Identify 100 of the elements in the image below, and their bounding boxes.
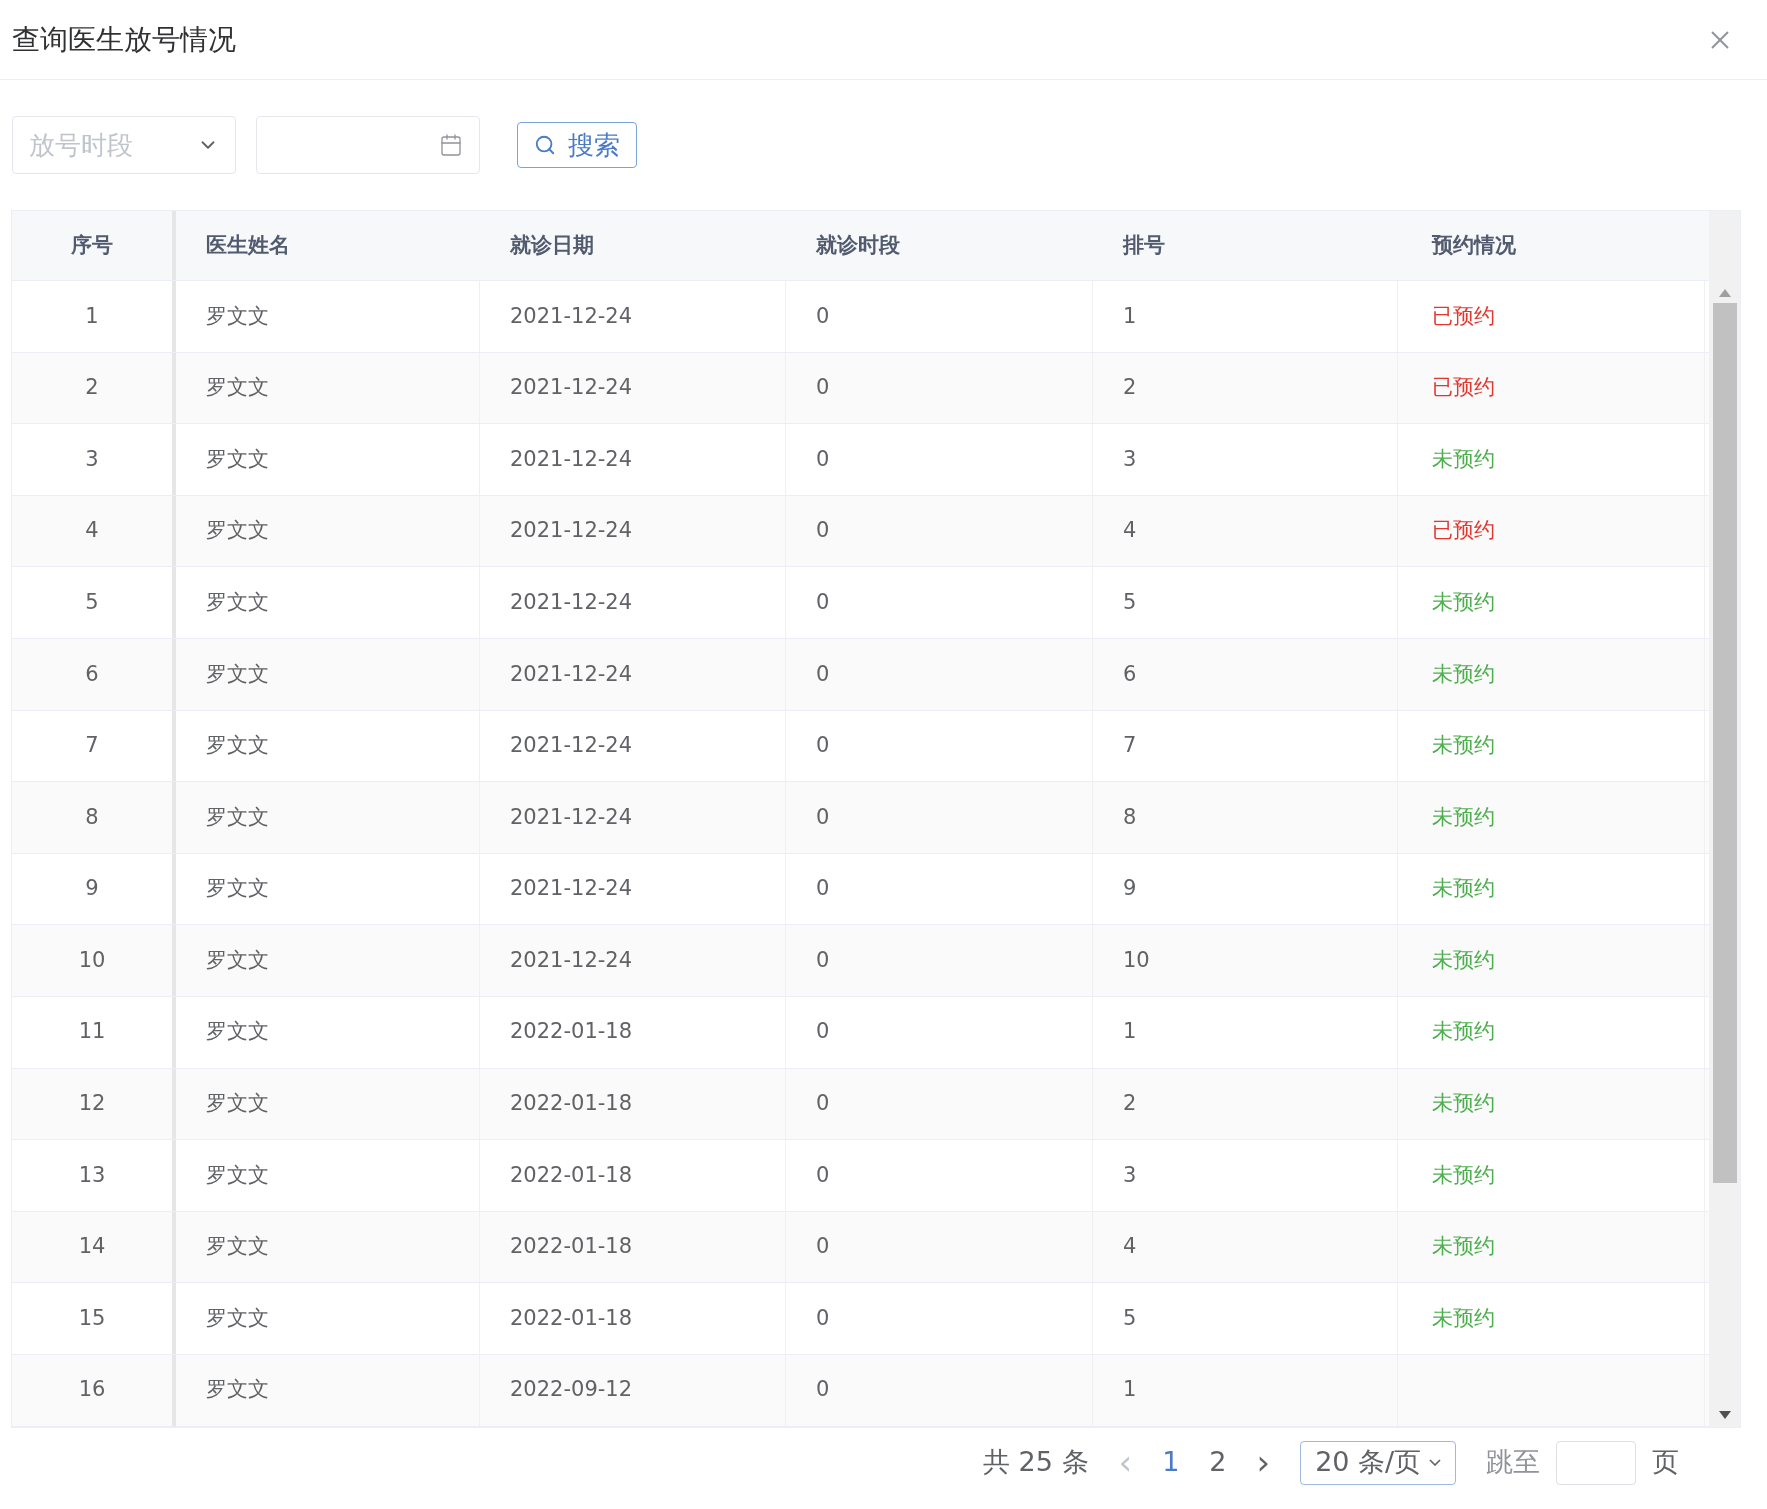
search-icon bbox=[534, 134, 556, 156]
chevron-down-icon bbox=[1429, 1459, 1442, 1466]
status-text: 未预约 bbox=[1432, 1233, 1495, 1261]
table-cell-text: 8 bbox=[85, 803, 99, 831]
column-header: 就诊时段 bbox=[816, 231, 900, 259]
scrollbar[interactable] bbox=[1709, 211, 1740, 1427]
table-cell-text: 8 bbox=[1123, 803, 1137, 831]
table-cell-text: 罗文文 bbox=[206, 660, 269, 688]
table-cell-text: 0 bbox=[816, 1090, 830, 1118]
column-header: 预约情况 bbox=[1432, 231, 1516, 259]
table-cell-text: 0 bbox=[816, 1233, 830, 1261]
search-button[interactable]: 搜索 bbox=[517, 122, 637, 168]
table-cell-text: 15 bbox=[78, 1304, 106, 1332]
table-cell-text: 2021-12-24 bbox=[510, 445, 633, 473]
table-cell-text: 4 bbox=[1123, 1233, 1137, 1261]
total-count: 共 25 条 bbox=[983, 1445, 1089, 1480]
page-number[interactable]: 1 bbox=[1162, 1442, 1180, 1483]
table-cell-text: 0 bbox=[816, 1376, 830, 1404]
column-header: 序号 bbox=[71, 231, 113, 259]
table-cell-text: 9 bbox=[1123, 875, 1137, 903]
table-cell-text: 2021-12-24 bbox=[510, 302, 633, 330]
table-cell-text: 0 bbox=[816, 302, 830, 330]
table-cell-text: 罗文文 bbox=[206, 946, 269, 974]
table-cell-text: 2021-12-24 bbox=[510, 732, 633, 760]
table-cell-text: 2022-01-18 bbox=[510, 1090, 633, 1118]
table-cell-text: 0 bbox=[816, 660, 830, 688]
page-size-select[interactable]: 20 条/页 bbox=[1300, 1440, 1457, 1485]
date-picker[interactable] bbox=[256, 116, 480, 174]
status-text: 未预约 bbox=[1432, 732, 1495, 760]
status-text: 未预约 bbox=[1432, 1090, 1495, 1118]
table-cell-text: 0 bbox=[816, 445, 830, 473]
table-cell-text: 1 bbox=[1123, 1018, 1137, 1046]
table-cell-text: 2021-12-24 bbox=[510, 374, 633, 402]
jump-input[interactable] bbox=[1556, 1440, 1637, 1485]
table-cell-text: 4 bbox=[85, 517, 99, 545]
table-cell-text: 2021-12-24 bbox=[510, 803, 633, 831]
next-page-button[interactable]: › bbox=[1256, 1437, 1271, 1488]
table-cell-text: 罗文文 bbox=[206, 1376, 269, 1404]
table-cell-text: 罗文文 bbox=[206, 1233, 269, 1261]
table-cell-text: 0 bbox=[816, 588, 830, 616]
status-text: 已预约 bbox=[1432, 374, 1495, 402]
table-cell-text: 0 bbox=[816, 517, 830, 545]
table-cell-text: 罗文文 bbox=[206, 1304, 269, 1332]
status-text: 未预约 bbox=[1432, 1304, 1495, 1332]
table-cell-text: 7 bbox=[1123, 732, 1137, 760]
table-cell-text: 0 bbox=[816, 732, 830, 760]
table-cell-text: 3 bbox=[85, 445, 99, 473]
column-header: 排号 bbox=[1123, 231, 1165, 259]
table-cell-text: 12 bbox=[78, 1090, 106, 1118]
table-cell-text: 罗文文 bbox=[206, 1090, 269, 1118]
table-cell-text: 9 bbox=[85, 875, 99, 903]
table-cell-text: 3 bbox=[1123, 1161, 1137, 1189]
status-text: 未预约 bbox=[1432, 1018, 1495, 1046]
table-cell-text: 0 bbox=[816, 1161, 830, 1189]
table-cell-text: 11 bbox=[78, 1018, 106, 1046]
table-cell-text: 0 bbox=[816, 875, 830, 903]
table-cell-text: 10 bbox=[1123, 946, 1150, 974]
page-number[interactable]: 2 bbox=[1209, 1442, 1227, 1483]
page-suffix: 页 bbox=[1652, 1445, 1680, 1480]
table-cell-text: 2021-12-24 bbox=[510, 875, 633, 903]
table-cell-text: 1 bbox=[85, 302, 99, 330]
table-cell-text: 5 bbox=[85, 588, 99, 616]
table-cell-text: 2022-01-18 bbox=[510, 1161, 633, 1189]
status-text: 未预约 bbox=[1432, 588, 1495, 616]
table-cell-text: 0 bbox=[816, 1018, 830, 1046]
dialog-title: 查询医生放号情况 bbox=[12, 21, 236, 58]
table-cell-text: 1 bbox=[1123, 302, 1137, 330]
table-cell-text: 2021-12-24 bbox=[510, 660, 633, 688]
table-cell-text: 罗文文 bbox=[206, 1018, 269, 1046]
table-cell-text: 0 bbox=[816, 946, 830, 974]
table-cell-text: 罗文文 bbox=[206, 302, 269, 330]
scroll-up-icon[interactable] bbox=[1718, 289, 1731, 297]
table-cell-text: 2022-01-18 bbox=[510, 1018, 633, 1046]
status-text: 未预约 bbox=[1432, 660, 1495, 688]
table-cell-text: 2 bbox=[1123, 1090, 1137, 1118]
table-cell-text: 3 bbox=[1123, 445, 1137, 473]
table-cell-text: 罗文文 bbox=[206, 1161, 269, 1189]
table-cell-text: 罗文文 bbox=[206, 517, 269, 545]
table-cell-text: 5 bbox=[1123, 1304, 1137, 1332]
status-text: 未预约 bbox=[1432, 946, 1495, 974]
table-cell-text: 罗文文 bbox=[206, 732, 269, 760]
table-cell-text: 4 bbox=[1123, 517, 1137, 545]
scroll-down-icon[interactable] bbox=[1718, 1410, 1731, 1419]
column-header: 就诊日期 bbox=[510, 231, 594, 259]
status-text: 未预约 bbox=[1432, 803, 1495, 831]
table-cell-text: 2022-01-18 bbox=[510, 1233, 633, 1261]
table-cell-text: 14 bbox=[78, 1233, 106, 1261]
status-text: 已预约 bbox=[1432, 302, 1495, 330]
table-cell-text: 2021-12-24 bbox=[510, 517, 633, 545]
table-cell-text: 5 bbox=[1123, 588, 1137, 616]
jump-label: 跳至 bbox=[1486, 1445, 1541, 1480]
table-cell-text: 罗文文 bbox=[206, 588, 269, 616]
table-cell-text: 罗文文 bbox=[206, 875, 269, 903]
table-cell-text: 10 bbox=[78, 946, 106, 974]
table-cell-text: 2022-01-18 bbox=[510, 1304, 633, 1332]
table-cell-text: 2021-12-24 bbox=[510, 946, 633, 974]
calendar-icon bbox=[439, 133, 463, 157]
status-text: 未预约 bbox=[1432, 875, 1495, 903]
table-cell-text: 罗文文 bbox=[206, 445, 269, 473]
column-header: 医生姓名 bbox=[206, 231, 290, 259]
